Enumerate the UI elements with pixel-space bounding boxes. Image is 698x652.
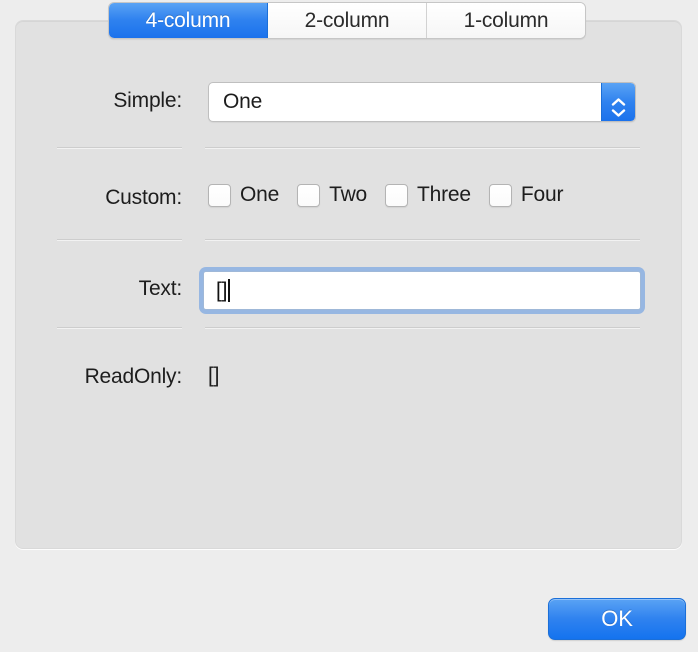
custom-label: Custom:: [105, 186, 182, 209]
simple-popup-button[interactable]: One: [208, 82, 636, 122]
text-input-value: []: [216, 278, 228, 302]
readonly-value: []: [208, 364, 220, 387]
separator-right-1: [205, 147, 640, 148]
checkbox-one-label: One: [240, 183, 280, 206]
checkbox-item-one[interactable]: One: [208, 183, 279, 207]
checkbox-two[interactable]: [297, 183, 321, 207]
tab-bar: 4-column 2-column 1-column: [108, 2, 586, 39]
tab-1-column-label: 1-column: [463, 8, 549, 32]
checkbox-two-label: Two: [329, 183, 368, 206]
checkbox-one[interactable]: [208, 183, 231, 207]
simple-label: Simple:: [113, 89, 182, 112]
tab-4-column[interactable]: 4-column: [109, 3, 268, 38]
separator-left-3: [57, 327, 182, 328]
separator-left-2: [57, 239, 182, 240]
readonly-label: ReadOnly:: [84, 365, 183, 388]
chevron-up-icon: [611, 93, 626, 106]
simple-stepper[interactable]: [601, 83, 635, 121]
checkbox-four[interactable]: [488, 183, 512, 207]
tab-2-column[interactable]: 2-column: [268, 3, 427, 38]
tab-2-column-label: 2-column: [304, 8, 390, 32]
separator-right-3: [205, 327, 640, 328]
text-input[interactable]: []: [203, 271, 641, 310]
checkbox-three-label: Three: [417, 183, 471, 206]
ok-button-label: OK: [601, 606, 633, 631]
custom-checkbox-group: One Two Three Four: [208, 183, 563, 207]
tab-4-column-label: 4-column: [145, 8, 231, 32]
chevron-down-icon: [611, 104, 626, 117]
checkbox-three[interactable]: [385, 183, 409, 207]
checkbox-four-label: Four: [520, 183, 564, 206]
text-field-focus-ring: []: [199, 267, 645, 314]
checkbox-item-two[interactable]: Two: [297, 183, 367, 207]
text-label: Text:: [138, 277, 183, 300]
separator-left-1: [57, 147, 182, 148]
checkbox-item-three[interactable]: Three: [385, 183, 471, 207]
tab-1-column[interactable]: 1-column: [427, 3, 585, 38]
checkbox-item-four[interactable]: Four: [488, 183, 564, 207]
separator-right-2: [205, 239, 640, 240]
simple-popup-value: One: [223, 90, 263, 113]
dialog-window: 4-column 2-column 1-column Simple: One C…: [0, 0, 698, 652]
ok-button[interactable]: OK: [548, 598, 686, 640]
text-caret: [228, 279, 231, 302]
